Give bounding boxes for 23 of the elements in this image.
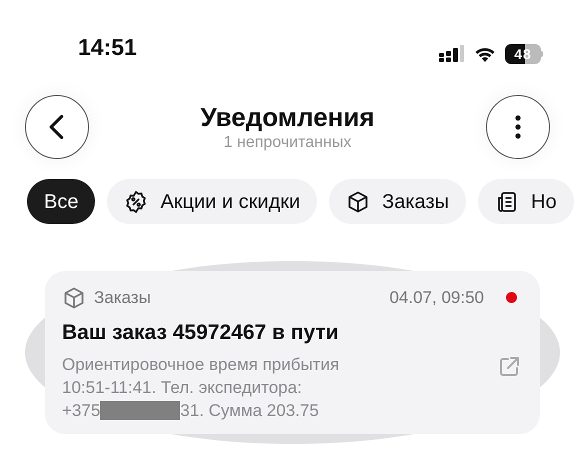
- box-icon: [346, 190, 370, 214]
- notification-text: +375: [62, 400, 100, 422]
- discount-icon: [124, 190, 148, 214]
- page-title: Уведомления: [200, 101, 375, 133]
- filter-chip[interactable]: Акции и скидки: [107, 179, 318, 224]
- unread-count: 1 непрочитанных: [224, 133, 352, 153]
- notification-text: 10:51-11:41. Тел. экспедитора:: [62, 376, 302, 398]
- notification-text: Ориентировочное время прибытия: [62, 354, 340, 376]
- notification-title: Ваш заказ 45972467 в пути: [62, 320, 340, 346]
- box-icon: [62, 286, 86, 310]
- notification-card[interactable]: Заказы 04.07, 09:50 Ваш заказ 45972467 в пути Ориентировочное время прибытия 10:51-11:41. Тел. экспедитора: +375 31. Сумма 203.75: [45, 271, 540, 434]
- external-link-icon: [497, 354, 521, 378]
- more-icon: [515, 115, 521, 139]
- notification-time: 04.07, 09:50: [389, 287, 484, 309]
- filter-chip[interactable]: Но: [478, 179, 574, 224]
- wifi-icon: [473, 45, 497, 63]
- filter-chip[interactable]: Заказы: [329, 179, 466, 224]
- signal-icon: [439, 45, 465, 63]
- status-time: 14:51: [78, 32, 137, 62]
- notification-text: 31. Сумма 203.75: [180, 400, 319, 422]
- notification-category: Заказы: [94, 287, 151, 309]
- document-icon: [495, 190, 519, 214]
- filter-chip[interactable]: Все: [27, 179, 96, 224]
